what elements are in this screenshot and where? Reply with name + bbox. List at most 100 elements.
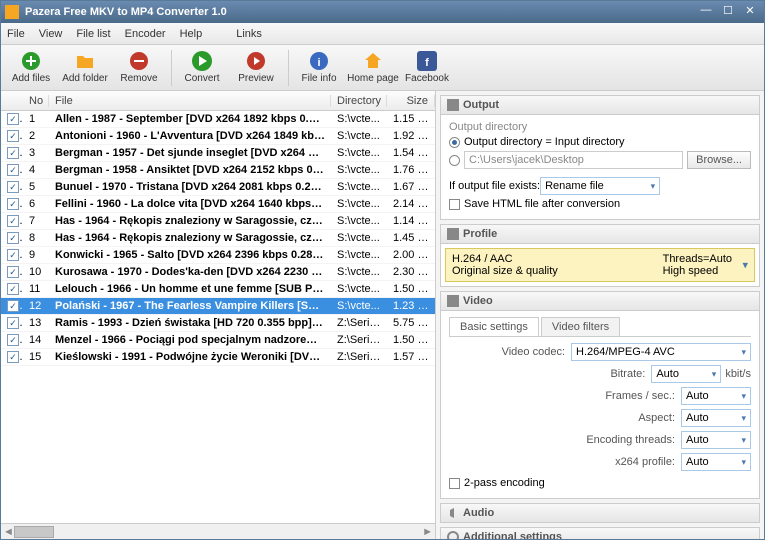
row-checkbox[interactable]: ✓ xyxy=(7,130,19,142)
fb-icon: f xyxy=(417,51,437,71)
tab-video-filters[interactable]: Video filters xyxy=(541,317,620,336)
gear-icon xyxy=(447,531,459,539)
toolbar-label: Facebook xyxy=(405,73,449,84)
table-row[interactable]: ✓7Has - 1964 - Rękopis znaleziony w Sara… xyxy=(1,213,435,230)
menu-file[interactable]: File xyxy=(7,28,25,40)
row-dir: S:\vcte... xyxy=(331,181,387,193)
menu-links[interactable]: Links xyxy=(236,28,262,40)
row-dir: Z:\Seria... xyxy=(331,334,387,346)
row-dir: S:\vcte... xyxy=(331,198,387,210)
toolbar-label: Home page xyxy=(347,73,399,84)
codec-combo[interactable]: H.264/MPEG-4 AVC xyxy=(571,343,751,361)
remove-button[interactable]: Remove xyxy=(113,47,165,89)
bitrate-label: Bitrate: xyxy=(610,368,645,380)
row-dir: S:\vcte... xyxy=(331,215,387,227)
row-checkbox[interactable]: ✓ xyxy=(7,351,19,363)
exists-combo[interactable]: Rename file xyxy=(540,177,660,195)
convert-button[interactable]: Convert xyxy=(176,47,228,89)
row-checkbox[interactable]: ✓ xyxy=(7,283,19,295)
menu-file-list[interactable]: File list xyxy=(76,28,110,40)
app-icon xyxy=(5,5,19,19)
row-dir: S:\vcte... xyxy=(331,283,387,295)
menu-view[interactable]: View xyxy=(39,28,63,40)
file-info-button[interactable]: iFile info xyxy=(293,47,345,89)
row-filename: Polański - 1967 - The Fearless Vampire K… xyxy=(49,300,331,312)
row-checkbox[interactable]: ✓ xyxy=(7,164,19,176)
output-path-input[interactable] xyxy=(464,151,683,169)
maximize-button[interactable]: ☐ xyxy=(718,4,738,20)
profile-header[interactable]: Profile xyxy=(440,224,760,244)
profile-combo[interactable]: H.264 / AAC Original size & quality Thre… xyxy=(445,248,755,282)
row-checkbox[interactable]: ✓ xyxy=(7,266,19,278)
table-row[interactable]: ✓3Bergman - 1957 - Det sjunde inseglet [… xyxy=(1,145,435,162)
additional-header[interactable]: Additional settings xyxy=(440,527,760,539)
radio-same-dir[interactable] xyxy=(449,137,460,148)
row-checkbox[interactable]: ✓ xyxy=(7,198,19,210)
row-filename: Kurosawa - 1970 - Dodes'ka-den [DVD x264… xyxy=(49,266,331,278)
row-checkbox[interactable]: ✓ xyxy=(7,317,19,329)
table-row[interactable]: ✓4Bergman - 1958 - Ansiktet [DVD x264 21… xyxy=(1,162,435,179)
tab-basic-settings[interactable]: Basic settings xyxy=(449,317,539,336)
row-filename: Konwicki - 1965 - Salto [DVD x264 2396 k… xyxy=(49,249,331,261)
browse-button[interactable]: Browse... xyxy=(687,151,751,169)
facebook-button[interactable]: f Facebook xyxy=(401,47,453,89)
col-file[interactable]: File xyxy=(49,95,331,107)
row-dir: S:\vcte... xyxy=(331,113,387,125)
row-no: 8 xyxy=(23,232,49,244)
audio-header[interactable]: Audio xyxy=(440,503,760,523)
table-row[interactable]: ✓6Fellini - 1960 - La dolce vita [DVD x2… xyxy=(1,196,435,213)
table-row[interactable]: ✓2Antonioni - 1960 - L'Avventura [DVD x2… xyxy=(1,128,435,145)
preview-button[interactable]: Preview xyxy=(230,47,282,89)
row-checkbox[interactable]: ✓ xyxy=(7,232,19,244)
output-header[interactable]: Output xyxy=(440,95,760,115)
horizontal-scrollbar[interactable]: ◄► xyxy=(1,523,435,539)
col-dir[interactable]: Directory xyxy=(331,95,387,107)
table-row[interactable]: ✓14Menzel - 1966 - Pociągi pod specjalny… xyxy=(1,332,435,349)
row-filename: Bergman - 1957 - Det sjunde inseglet [DV… xyxy=(49,147,331,159)
bitrate-combo[interactable]: Auto xyxy=(651,365,721,383)
row-size: 1.15 GB xyxy=(387,113,435,125)
row-checkbox[interactable]: ✓ xyxy=(7,249,19,261)
menu-help[interactable]: Help xyxy=(180,28,203,40)
table-row[interactable]: ✓15Kieślowski - 1991 - Podwójne życie We… xyxy=(1,349,435,366)
table-row[interactable]: ✓13Ramis - 1993 - Dzień świstaka [HD 720… xyxy=(1,315,435,332)
minimize-button[interactable]: — xyxy=(696,4,716,20)
table-header: No File Directory Size xyxy=(1,91,435,111)
row-size: 1.57 GB xyxy=(387,351,435,363)
table-row[interactable]: ✓8Has - 1964 - Rękopis znaleziony w Sara… xyxy=(1,230,435,247)
home-page-button[interactable]: Home page xyxy=(347,47,399,89)
table-row[interactable]: ✓10Kurosawa - 1970 - Dodes'ka-den [DVD x… xyxy=(1,264,435,281)
x264-combo[interactable]: Auto xyxy=(681,453,751,471)
twopass-checkbox[interactable] xyxy=(449,478,460,489)
col-no[interactable]: No xyxy=(23,95,49,107)
menu-encoder[interactable]: Encoder xyxy=(125,28,166,40)
fps-combo[interactable]: Auto xyxy=(681,387,751,405)
table-row[interactable]: ✓1Allen - 1987 - September [DVD x264 189… xyxy=(1,111,435,128)
row-no: 12 xyxy=(23,300,49,312)
row-checkbox[interactable]: ✓ xyxy=(7,181,19,193)
table-row[interactable]: ✓ 12Polański - 1967 - The Fearless Vampir… xyxy=(1,298,435,315)
row-checkbox[interactable]: ✓ xyxy=(7,300,19,312)
table-row[interactable]: ✓11Lelouch - 1966 - Un homme et une femm… xyxy=(1,281,435,298)
row-filename: Ramis - 1993 - Dzień świstaka [HD 720 0.… xyxy=(49,317,331,329)
toolbar: Add filesAdd folderRemove ConvertPreview i… xyxy=(1,45,764,91)
row-checkbox[interactable]: ✓ xyxy=(7,215,19,227)
aspect-combo[interactable]: Auto xyxy=(681,409,751,427)
play-big-icon xyxy=(192,51,212,71)
row-checkbox[interactable]: ✓ xyxy=(7,334,19,346)
row-no: 11 xyxy=(23,283,49,295)
radio-custom-dir[interactable] xyxy=(449,155,460,166)
table-row[interactable]: ✓5Bunuel - 1970 - Tristana [DVD x264 208… xyxy=(1,179,435,196)
add-files-button[interactable]: Add files xyxy=(5,47,57,89)
threads-combo[interactable]: Auto xyxy=(681,431,751,449)
table-row[interactable]: ✓9Konwicki - 1965 - Salto [DVD x264 2396… xyxy=(1,247,435,264)
col-size[interactable]: Size xyxy=(387,95,435,107)
close-button[interactable]: ✕ xyxy=(740,4,760,20)
save-html-checkbox[interactable] xyxy=(449,199,460,210)
add-folder-button[interactable]: Add folder xyxy=(59,47,111,89)
video-header[interactable]: Video xyxy=(440,291,760,311)
row-checkbox[interactable]: ✓ xyxy=(7,147,19,159)
row-size: 2.14 GB xyxy=(387,198,435,210)
x264-label: x264 profile: xyxy=(615,456,675,468)
row-checkbox[interactable]: ✓ xyxy=(7,113,19,125)
